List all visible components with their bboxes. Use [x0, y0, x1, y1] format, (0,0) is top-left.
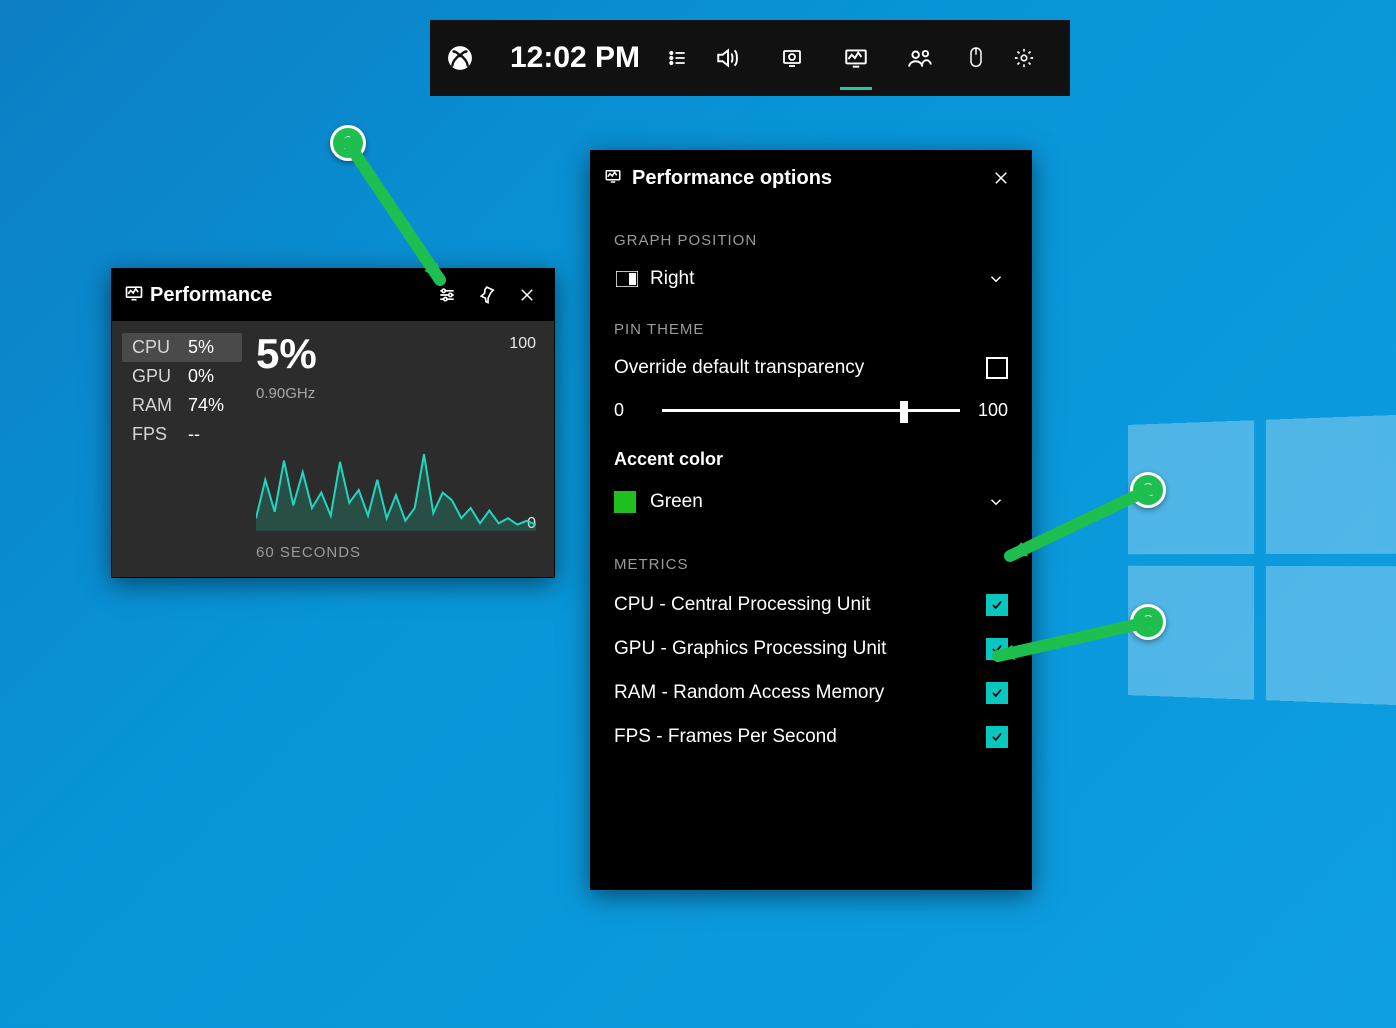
metrics-list: CPU 5% GPU 0% RAM 74% FPS --: [122, 333, 242, 561]
metric-label: RAM: [132, 395, 174, 416]
graph-position-dropdown[interactable]: Right: [614, 259, 1008, 299]
metric-checkbox[interactable]: [986, 638, 1008, 660]
metric-ram[interactable]: RAM 74%: [122, 391, 242, 420]
clock: 12:02 PM: [490, 41, 660, 75]
options-title: Performance options: [632, 167, 974, 190]
metric-checkbox[interactable]: [986, 726, 1008, 748]
metric-toggle-row[interactable]: FPS - Frames Per Second: [614, 715, 1008, 759]
chevron-down-icon: [984, 493, 1008, 511]
metric-value: 5%: [188, 337, 214, 358]
metric-fps[interactable]: FPS --: [122, 420, 242, 449]
performance-monitor-icon: [604, 167, 622, 190]
metric-toggle-row[interactable]: CPU - Central Processing Unit: [614, 583, 1008, 627]
section-pin-theme: PIN THEME: [614, 321, 1008, 338]
metric-toggle-label: RAM - Random Access Memory: [614, 682, 986, 704]
graph-position-value: Right: [650, 268, 984, 290]
options-body: GRAPH POSITION Right PIN THEME Override …: [590, 206, 1032, 890]
list-icon[interactable]: [660, 48, 696, 68]
performance-widget: Performance CPU 5% GPU 0% RAM 74%: [111, 268, 555, 578]
performance-tab-icon[interactable]: [824, 20, 888, 96]
sliders-icon[interactable]: [430, 278, 464, 312]
metric-toggle-label: GPU - Graphics Processing Unit: [614, 638, 986, 660]
slider-max: 100: [976, 400, 1008, 421]
slider-track[interactable]: [662, 409, 960, 412]
slider-min: 0: [614, 400, 646, 421]
metric-checkbox[interactable]: [986, 594, 1008, 616]
annotation-badge: 2: [1130, 472, 1166, 508]
metric-label: GPU: [132, 366, 174, 387]
metric-label: CPU: [132, 337, 174, 358]
current-value: 5%: [256, 333, 536, 375]
gear-icon[interactable]: [1000, 20, 1048, 96]
transparency-slider[interactable]: 0 100: [614, 400, 1008, 421]
close-icon[interactable]: [984, 161, 1018, 195]
metric-value: 74%: [188, 395, 224, 416]
metric-value: 0%: [188, 366, 214, 387]
metric-cpu[interactable]: CPU 5%: [122, 333, 242, 362]
position-right-icon: [614, 271, 640, 287]
performance-monitor-icon: [124, 283, 144, 308]
mouse-icon[interactable]: [952, 20, 1000, 96]
metric-toggle-label: FPS - Frames Per Second: [614, 726, 986, 748]
cpu-chart: [256, 403, 536, 531]
current-frequency: 0.90GHz: [256, 385, 536, 402]
accent-value: Green: [650, 491, 984, 513]
section-graph-position: GRAPH POSITION: [614, 232, 1008, 249]
graph-area: 5% 0.90GHz 100 0 60 SECONDS: [256, 333, 536, 561]
override-checkbox[interactable]: [986, 357, 1008, 379]
accent-color-dropdown[interactable]: Green: [614, 482, 1008, 522]
slider-thumb[interactable]: [900, 401, 908, 423]
options-titlebar[interactable]: Performance options: [590, 150, 1032, 206]
performance-title: Performance: [150, 284, 424, 307]
xbox-icon[interactable]: [430, 45, 490, 71]
performance-titlebar[interactable]: Performance: [112, 269, 554, 321]
metric-gpu[interactable]: GPU 0%: [122, 362, 242, 391]
metric-checkbox[interactable]: [986, 682, 1008, 704]
override-transparency-row[interactable]: Override default transparency: [614, 348, 1008, 388]
section-accent: Accent color: [614, 449, 1008, 470]
capture-icon[interactable]: [760, 20, 824, 96]
metric-label: FPS: [132, 424, 174, 445]
accent-swatch: [614, 491, 636, 513]
gamebar-topbar: 12:02 PM: [430, 20, 1070, 96]
close-icon[interactable]: [510, 278, 544, 312]
social-icon[interactable]: [888, 20, 952, 96]
section-metrics: METRICS: [614, 556, 1008, 573]
performance-body: CPU 5% GPU 0% RAM 74% FPS -- 5% 0.90GHz …: [112, 321, 554, 577]
override-label: Override default transparency: [614, 357, 986, 379]
metric-toggle-label: CPU - Central Processing Unit: [614, 594, 986, 616]
metric-toggle-row[interactable]: GPU - Graphics Processing Unit: [614, 627, 1008, 671]
metric-value: --: [188, 424, 200, 445]
y-axis-max: 100: [509, 335, 536, 353]
x-axis-label: 60 SECONDS: [256, 544, 361, 561]
chevron-down-icon: [984, 270, 1008, 288]
annotation-badge: 3: [1130, 604, 1166, 640]
options-panel: Performance options GRAPH POSITION Right…: [590, 150, 1032, 890]
pin-icon[interactable]: [470, 278, 504, 312]
speaker-icon[interactable]: [696, 20, 760, 96]
windows-logo: [1128, 415, 1396, 706]
annotation-badge: 1: [330, 125, 366, 161]
metric-toggle-row[interactable]: RAM - Random Access Memory: [614, 671, 1008, 715]
